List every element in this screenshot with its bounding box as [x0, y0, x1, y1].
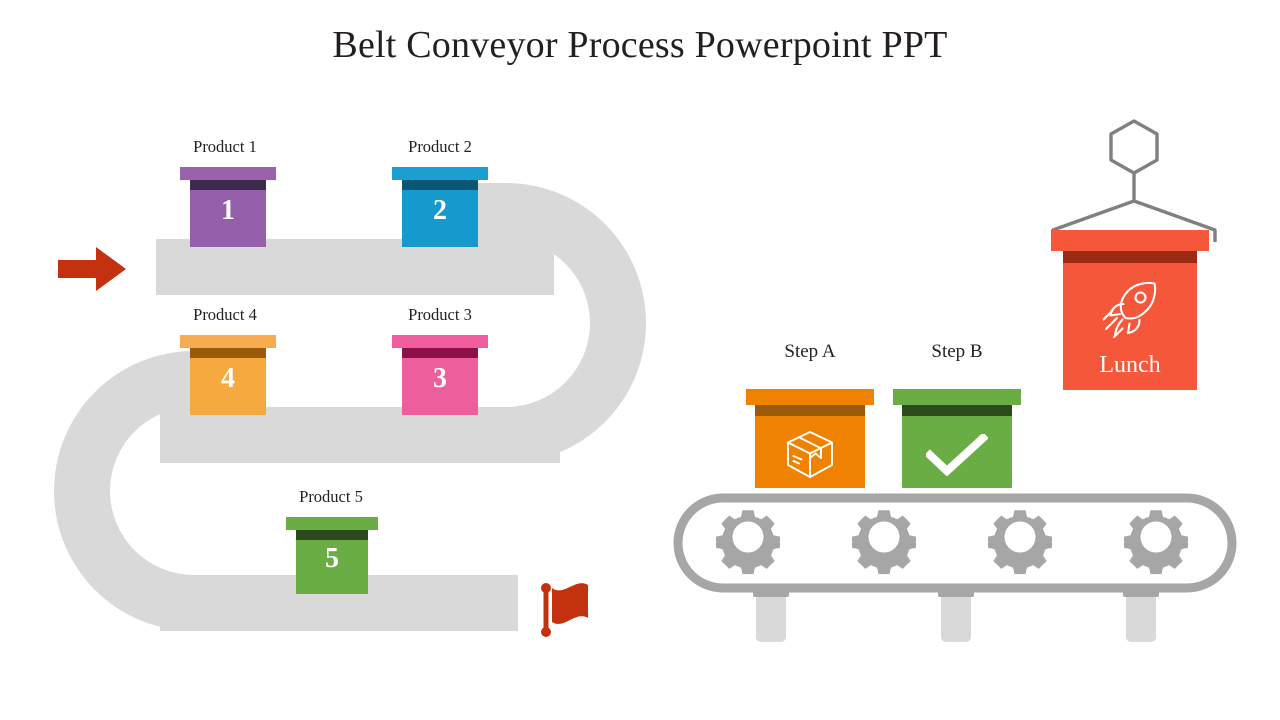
crate-number: 5 [325, 543, 339, 574]
crate-number: 1 [221, 195, 235, 226]
product-crate-1[interactable]: 1 [180, 167, 276, 247]
hanger-icon [1051, 119, 1217, 242]
step-label-a: Step A [784, 341, 836, 362]
slide-canvas: Belt Conveyor Process Powerpoint PPT Pro… [0, 0, 1280, 720]
crate-number: 4 [221, 363, 235, 394]
product-crate-2[interactable]: 2 [392, 167, 488, 247]
crate-band [902, 405, 1012, 416]
package-box-icon [787, 431, 833, 478]
product-label-1: Product 1 [193, 137, 257, 156]
crate-band [190, 348, 266, 358]
right-arrow-icon [58, 247, 126, 291]
step-crate-b[interactable] [893, 389, 1021, 488]
product-crate-5[interactable]: 5 [286, 517, 378, 594]
product-label-3: Product 3 [408, 305, 472, 324]
flag-icon [541, 583, 588, 637]
crate-body: 5 [296, 540, 368, 594]
crate-band [402, 348, 478, 358]
crate-lid [392, 167, 488, 180]
product-crate-3[interactable]: 3 [392, 335, 488, 415]
crate-lid [180, 167, 276, 180]
gear-conveyor [673, 493, 1237, 642]
conveyor-legs [753, 585, 1159, 642]
crate-band [755, 405, 865, 416]
crate-lid [1051, 230, 1209, 251]
crate-band [190, 180, 266, 190]
crate-body [755, 416, 865, 488]
step-crate-a[interactable] [746, 389, 874, 488]
crate-lid [746, 389, 874, 405]
crate-body: 3 [402, 358, 478, 415]
crate-band [296, 530, 368, 540]
product-label-2: Product 2 [408, 137, 472, 156]
crate-band [402, 180, 478, 190]
checkmark-icon [926, 434, 988, 476]
crate-lid [286, 517, 378, 530]
crate-number: 2 [433, 195, 447, 226]
step-label-b: Step B [931, 341, 983, 362]
crate-lid [392, 335, 488, 348]
lunch-label: Lunch [1099, 352, 1161, 378]
crate-body: 2 [402, 190, 478, 247]
crate-body: 1 [190, 190, 266, 247]
gear-icon-group [716, 510, 1188, 575]
crate-lid [893, 389, 1021, 405]
product-label-5: Product 5 [299, 487, 363, 506]
crate-lid [180, 335, 276, 348]
rocket-icon [1102, 281, 1157, 339]
product-label-4: Product 4 [193, 305, 257, 324]
lunch-crate[interactable]: Lunch [1051, 230, 1209, 390]
crate-band [1063, 251, 1197, 263]
crate-body [902, 416, 1012, 488]
crate-body: 4 [190, 358, 266, 415]
product-crate-4[interactable]: 4 [180, 335, 276, 415]
crate-number: 3 [433, 363, 447, 394]
crate-body: Lunch [1063, 263, 1197, 390]
